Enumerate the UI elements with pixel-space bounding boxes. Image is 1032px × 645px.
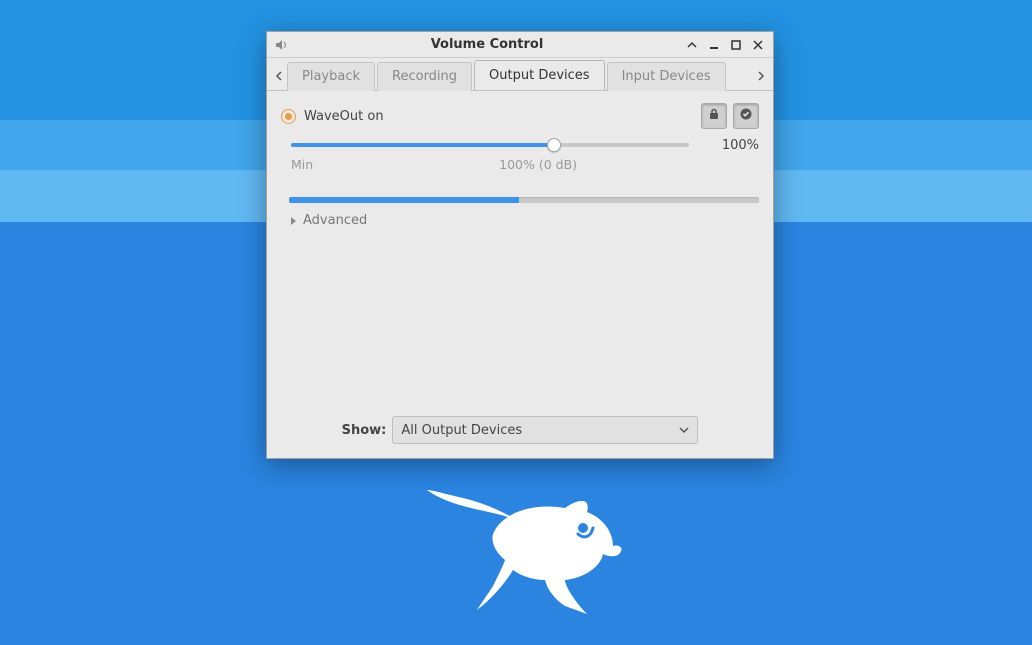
tab-scroll-left[interactable] [271,62,287,90]
tab-input-devices[interactable]: Input Devices [607,62,726,91]
volume-percent-label: 100% [703,138,759,153]
tab-playback[interactable]: Playback [287,62,375,91]
window-titlebar[interactable]: Volume Control [267,32,773,58]
expander-triangle-icon [289,216,297,226]
tabs: Playback Recording Output Devices Input … [287,58,753,90]
advanced-expander[interactable]: Advanced [289,213,759,228]
tab-output-devices[interactable]: Output Devices [474,60,605,90]
lock-channels-button[interactable] [701,103,727,129]
volume-block: 100% Min 100% (0 dB) Advanced [281,131,759,228]
footer-bar: Show: All Output Devices [281,406,759,450]
volume-slider-thumb[interactable] [547,138,561,152]
volume-slider[interactable] [291,137,689,153]
show-label: Show: [342,423,387,438]
tab-content: WaveOut on [267,90,773,458]
advanced-label: Advanced [303,213,367,228]
device-header: WaveOut on [281,101,759,131]
device-name: WaveOut on [304,109,384,124]
set-default-button[interactable] [733,103,759,129]
volume-control-window: Volume Control Playback Recording Output… [266,31,774,459]
tab-scroll-right[interactable] [753,62,769,90]
scale-100-label: 100% (0 dB) [499,157,577,172]
desktop-logo-mouse [415,462,635,626]
chevron-down-icon [679,423,689,438]
scale-min-label: Min [291,157,313,172]
vu-meter [289,197,759,203]
window-maximize-button[interactable] [727,36,745,54]
window-shade-button[interactable] [683,36,701,54]
tab-recording[interactable]: Recording [377,62,472,91]
window-title: Volume Control [295,37,679,52]
volume-app-icon [273,37,289,53]
window-close-button[interactable] [749,36,767,54]
window-minimize-button[interactable] [705,36,723,54]
volume-slider-fill [291,143,554,147]
show-filter-combo[interactable]: All Output Devices [392,416,698,444]
device-default-indicator-icon [281,109,296,124]
show-filter-value: All Output Devices [401,423,522,438]
tab-row: Playback Recording Output Devices Input … [267,58,773,90]
vu-meter-fill [289,197,519,203]
check-circle-icon [739,107,753,125]
lock-icon [707,107,721,125]
